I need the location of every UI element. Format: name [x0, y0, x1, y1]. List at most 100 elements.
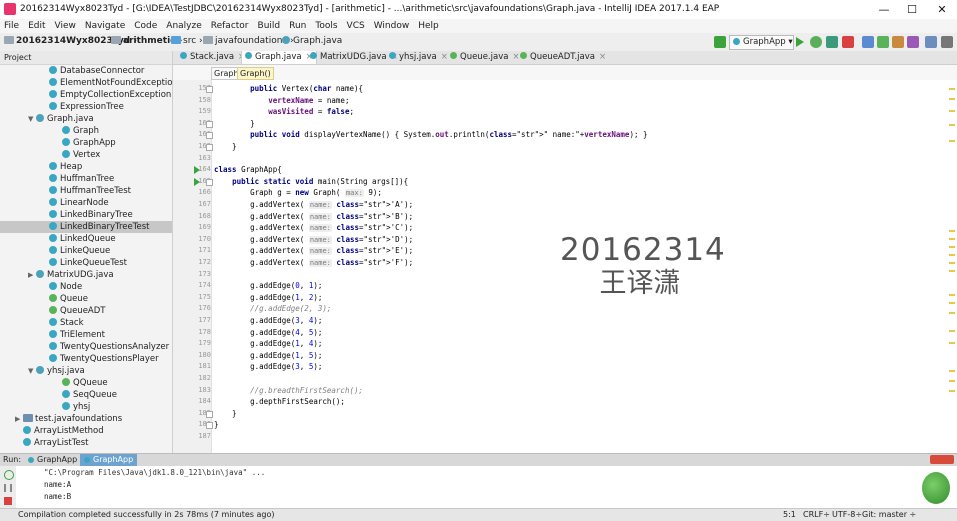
git-branch[interactable]: Git: master ÷	[862, 510, 916, 519]
code-line[interactable]: g.addVertex( name: class="str">'B');	[214, 212, 413, 221]
tree-item[interactable]: HuffmanTree	[0, 173, 172, 185]
revert-icon[interactable]	[907, 36, 919, 48]
tree-item[interactable]: Heap	[0, 161, 172, 173]
expand-arrow-icon[interactable]: ▶	[15, 413, 23, 425]
tree-item[interactable]: Graph	[0, 125, 172, 137]
code-line[interactable]: g.addEdge(4, 5);	[214, 328, 322, 337]
caret-position[interactable]: 5:1	[783, 510, 796, 519]
warning-stripe-mark[interactable]	[949, 312, 955, 314]
run-console[interactable]: "C:\Program Files\Java\jdk1.8.0_121\bin\…	[16, 466, 957, 508]
warning-stripe-mark[interactable]	[949, 342, 955, 344]
menu-analyze[interactable]: Analyze	[162, 19, 206, 33]
code-line[interactable]: public void displayVertexName() { System…	[214, 130, 647, 139]
tree-item[interactable]: ▶ MatrixUDG.java	[0, 269, 172, 281]
project-structure-icon[interactable]	[925, 36, 937, 48]
tab-graph-java[interactable]: Graph.java ×	[241, 51, 317, 64]
gutter-run-icon[interactable]	[194, 177, 200, 186]
fold-marker-icon[interactable]	[206, 120, 213, 128]
tree-item[interactable]: ▼ yhsj.java	[0, 365, 172, 377]
tree-item[interactable]: LinkedBinaryTree	[0, 209, 172, 221]
warning-stripe-mark[interactable]	[949, 88, 955, 90]
fold-marker-icon[interactable]	[206, 422, 213, 430]
code-line[interactable]: }	[214, 409, 237, 418]
warning-stripe-mark[interactable]	[949, 238, 955, 240]
debug-icon[interactable]	[810, 36, 822, 48]
warning-stripe-mark[interactable]	[949, 110, 955, 112]
pause-icon[interactable]	[4, 484, 12, 492]
fold-marker-icon[interactable]	[206, 410, 213, 418]
search-everywhere-icon[interactable]	[941, 36, 953, 48]
menu-window[interactable]: Window	[370, 19, 415, 33]
vcs-update-icon[interactable]	[862, 36, 874, 48]
warning-stripe-mark[interactable]	[949, 140, 955, 142]
code-line[interactable]: g.addVertex( name: class="str">'A');	[214, 200, 413, 209]
project-label[interactable]: Project	[4, 53, 31, 62]
warning-stripe-mark[interactable]	[949, 230, 955, 232]
tab-stack-java[interactable]: Stack.java×	[177, 51, 248, 64]
minimize-button[interactable]: —	[870, 2, 898, 17]
tree-item[interactable]: HuffmanTreeTest	[0, 185, 172, 197]
notification-badge-icon[interactable]	[930, 455, 954, 464]
tree-item[interactable]: yhsj	[0, 401, 172, 413]
code-line[interactable]: public Vertex(char name){	[214, 84, 363, 93]
expand-arrow-icon[interactable]: ▼	[28, 113, 36, 125]
fold-marker-icon[interactable]	[206, 86, 213, 93]
breadcrumb-package[interactable]: javafoundations ›	[203, 36, 294, 46]
coverage-icon[interactable]	[826, 36, 838, 48]
code-line[interactable]: }	[214, 420, 219, 429]
tree-item[interactable]: LinkeQueueTest	[0, 257, 172, 269]
warning-stripe-mark[interactable]	[949, 330, 955, 332]
warning-stripe-mark[interactable]	[949, 390, 955, 392]
menu-view[interactable]: View	[51, 19, 81, 33]
code-line[interactable]: g.addEdge(1, 5);	[214, 351, 322, 360]
warning-stripe-mark[interactable]	[949, 302, 955, 304]
code-line[interactable]: }	[214, 119, 255, 128]
tree-item[interactable]: LinkedQueue	[0, 233, 172, 245]
fold-marker-icon[interactable]	[206, 178, 213, 186]
warning-stripe-mark[interactable]	[949, 262, 955, 264]
tree-item[interactable]: Queue	[0, 293, 172, 305]
tree-item[interactable]: Node	[0, 281, 172, 293]
maximize-button[interactable]: ☐	[898, 2, 926, 17]
tree-item[interactable]: ArrayListMethod	[0, 425, 172, 437]
warning-stripe-mark[interactable]	[949, 254, 955, 256]
stop-run-icon[interactable]	[4, 497, 12, 505]
tree-item[interactable]: Vertex	[0, 149, 172, 161]
tree-item[interactable]: LinkeQueue	[0, 245, 172, 257]
vcs-commit-icon[interactable]	[877, 36, 889, 48]
tree-item[interactable]: EmptyCollectionException	[0, 89, 172, 101]
menu-refactor[interactable]: Refactor	[207, 19, 254, 33]
code-line[interactable]: g.addVertex( name: class="str">'F');	[214, 258, 413, 267]
menu-code[interactable]: Code	[130, 19, 162, 33]
tree-item[interactable]: TwentyQuestionsAnalyzer	[0, 341, 172, 353]
tree-item[interactable]: ▶ test.javafoundations	[0, 413, 172, 425]
code-line[interactable]: Graph g = new Graph( max: 9);	[214, 188, 382, 198]
tree-item[interactable]: ElementNotFoundException	[0, 77, 172, 89]
code-line[interactable]: g.addEdge(1, 2);	[214, 293, 322, 302]
code-line[interactable]: public static void main(String args[]){	[214, 177, 408, 186]
code-line[interactable]: wasVisited = false;	[214, 107, 354, 116]
tree-item[interactable]: LinkedBinaryTreeTest	[0, 221, 172, 233]
code-line[interactable]: g.addEdge(3, 4);	[214, 316, 322, 325]
code-line[interactable]: g.addEdge(0, 1);	[214, 281, 322, 290]
code-line[interactable]: //g.addEdge(2, 3);	[214, 304, 331, 313]
menu-tools[interactable]: Tools	[311, 19, 342, 33]
structure-crumb-method[interactable]: Graph()	[237, 67, 274, 80]
vcs-history-icon[interactable]	[892, 36, 904, 48]
code-line[interactable]: }	[214, 142, 237, 151]
file-encoding[interactable]: UTF-8÷	[832, 510, 862, 519]
tree-item[interactable]: ArrayListTest	[0, 437, 172, 449]
menu-run[interactable]: Run	[285, 19, 311, 33]
code-line[interactable]: g.addEdge(3, 5);	[214, 362, 322, 371]
warning-stripe-mark[interactable]	[949, 98, 955, 100]
tree-item[interactable]: TriElement	[0, 329, 172, 341]
code-line[interactable]: g.addEdge(1, 4);	[214, 339, 322, 348]
tab-queue-java[interactable]: Queue.java ×	[447, 51, 523, 64]
run-tab-2[interactable]: GraphApp	[80, 454, 138, 466]
tree-item[interactable]: QQueue	[0, 377, 172, 389]
fold-marker-icon[interactable]	[206, 144, 213, 151]
tree-item[interactable]: QueueADT	[0, 305, 172, 317]
breadcrumb-file[interactable]: Graph.java	[282, 36, 342, 46]
tab-queueadt-java[interactable]: QueueADT.java ×	[517, 51, 609, 64]
expand-arrow-icon[interactable]: ▼	[28, 365, 36, 377]
